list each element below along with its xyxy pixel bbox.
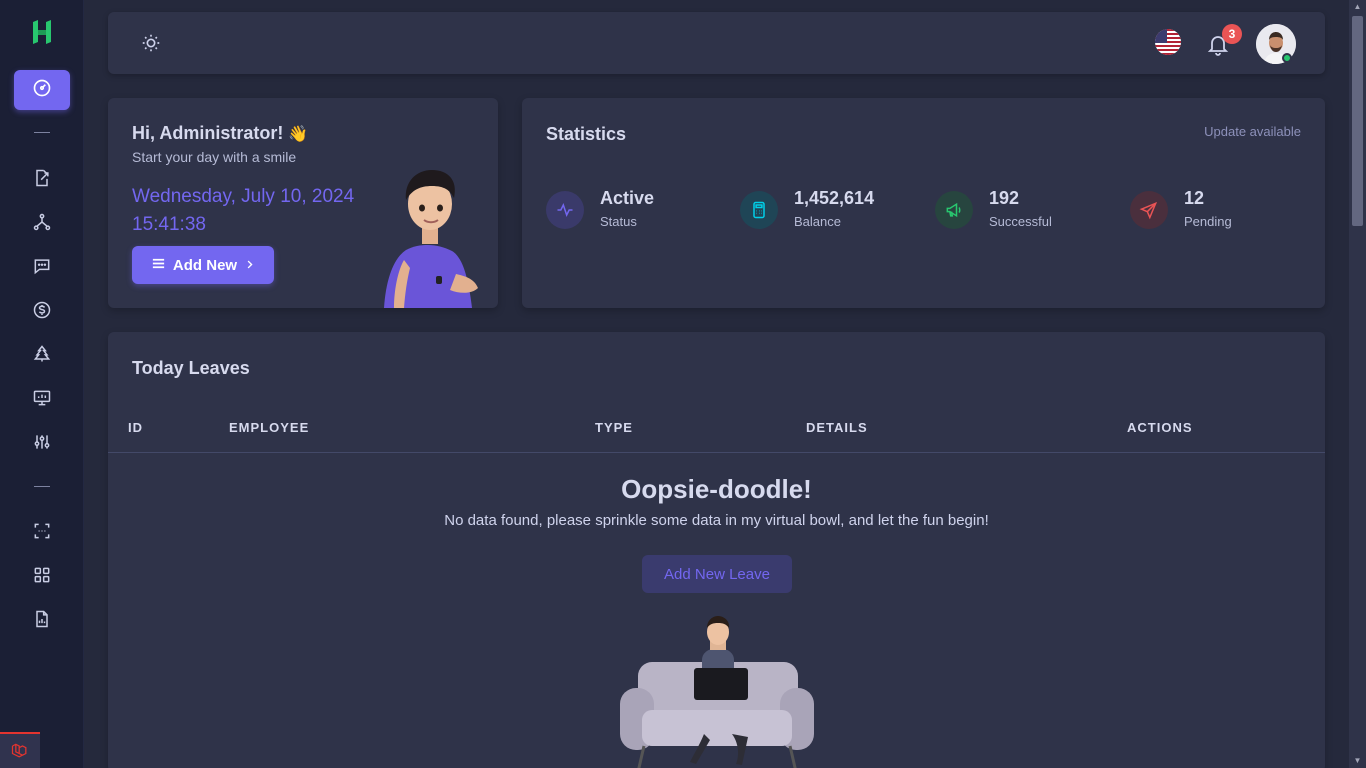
add-new-leave-button[interactable]: Add New Leave — [642, 555, 792, 593]
column-header-employee[interactable]: EMPLOYEE — [229, 420, 309, 435]
report-icon — [32, 609, 52, 634]
stat-label: Successful — [989, 214, 1052, 229]
today-leaves-card: Today Leaves ID EMPLOYEE TYPE DETAILS AC… — [108, 332, 1325, 768]
notification-badge: 3 — [1222, 24, 1242, 44]
megaphone-icon — [935, 191, 973, 229]
nav-scan[interactable] — [14, 513, 70, 553]
stat-label: Pending — [1184, 214, 1232, 229]
welcome-card: Hi, Administrator! 👋 Start your day with… — [108, 98, 498, 308]
salary-icon — [32, 300, 52, 325]
statistics-title: Statistics — [546, 124, 627, 144]
app-logo[interactable] — [30, 18, 54, 46]
table-header-divider — [108, 452, 1325, 453]
us-flag-icon[interactable] — [1155, 29, 1181, 55]
greeting: Hi, Administrator! 👋 — [132, 123, 308, 144]
nav-divider — [34, 132, 50, 133]
nav-settings[interactable] — [14, 424, 70, 464]
column-header-type[interactable]: TYPE — [595, 420, 633, 435]
stat-label: Balance — [794, 214, 841, 229]
scroll-up-arrow-icon[interactable]: ▲ — [1353, 3, 1362, 11]
chevron-right-icon — [244, 257, 255, 274]
stat-value: 1,452,614 — [794, 188, 875, 208]
nav-holidays[interactable] — [14, 336, 70, 376]
leaves-title: Today Leaves — [132, 358, 250, 378]
nav-apps[interactable] — [14, 557, 70, 597]
laravel-debugbar-icon[interactable] — [0, 732, 40, 768]
activity-icon — [546, 191, 584, 229]
couch-illustration — [614, 616, 820, 768]
presentation-icon — [32, 388, 52, 413]
nav-export[interactable] — [14, 160, 70, 200]
empty-state-message: No data found, please sprinkle some data… — [444, 512, 989, 529]
nav-structure[interactable] — [14, 204, 70, 244]
calculator-icon — [740, 191, 778, 229]
chat-icon — [32, 256, 52, 281]
menu-icon — [151, 256, 166, 275]
wave-emoji: 👋 — [288, 126, 309, 143]
scrollbar-thumb[interactable] — [1352, 16, 1363, 226]
current-time: 15:41:38 — [132, 214, 206, 235]
column-header-details[interactable]: DETAILS — [806, 420, 868, 435]
greeting-subtitle: Start your day with a smile — [132, 149, 297, 165]
page-scrollbar[interactable]: ▲ ▼ — [1349, 0, 1366, 768]
export-icon — [32, 168, 52, 193]
stat-value: 12 — [1184, 188, 1205, 208]
nav-chat[interactable] — [14, 248, 70, 288]
scroll-down-arrow-icon[interactable]: ▼ — [1353, 757, 1362, 765]
topbar: 3 — [108, 12, 1325, 74]
nav-dashboard[interactable] — [14, 70, 70, 110]
update-available-link[interactable]: Update available — [1204, 124, 1301, 139]
nav-divider — [34, 486, 50, 487]
nav-presentation[interactable] — [14, 380, 70, 420]
structure-icon — [32, 212, 52, 237]
stat-value: 192 — [989, 188, 1020, 208]
apps-grid-icon — [32, 565, 52, 590]
column-header-id[interactable]: ID — [128, 420, 143, 435]
holiday-tree-icon — [32, 344, 52, 369]
current-date: Wednesday, July 10, 2024 — [132, 186, 355, 207]
boy-illustration — [372, 164, 488, 308]
stat-value: Active — [600, 188, 655, 208]
online-status-dot — [1282, 53, 1292, 63]
sidebar — [0, 0, 84, 768]
column-header-actions[interactable]: ACTIONS — [1127, 420, 1193, 435]
nav-salary[interactable] — [14, 292, 70, 332]
scan-icon — [32, 521, 52, 546]
sun-icon[interactable] — [140, 32, 162, 54]
add-new-label: Add New — [172, 256, 238, 274]
empty-state-title: Oopsie-doodle! — [621, 474, 812, 504]
greeting-text: Hi, Administrator! — [132, 123, 284, 143]
statistics-card: Statistics Update available Active Statu… — [522, 98, 1325, 308]
nav-reports[interactable] — [14, 601, 70, 641]
send-icon — [1130, 191, 1168, 229]
settings-sliders-icon — [32, 432, 52, 457]
add-new-button[interactable]: Add New — [132, 246, 274, 284]
stat-label: Status — [600, 214, 637, 229]
dashboard-icon — [32, 78, 52, 103]
